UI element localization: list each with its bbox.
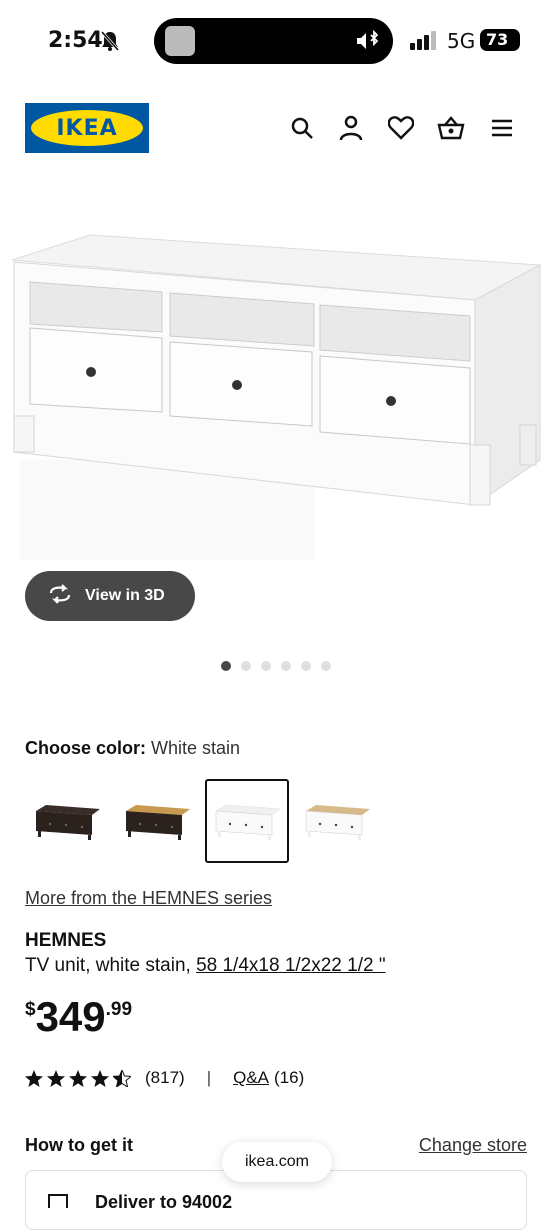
silent-bell-icon [100,30,120,57]
review-count[interactable]: (817) [145,1068,185,1088]
gallery-dot[interactable] [241,661,251,671]
price-integer: 349 [35,993,106,1040]
color-option-black-brown[interactable] [25,779,109,863]
gallery-pagination [221,661,331,671]
gallery-dot[interactable] [221,661,231,671]
delivery-label: Deliver to 94002 [95,1192,233,1212]
star-icon [91,1069,109,1087]
color-option-black-brown-light-brown[interactable] [115,779,199,863]
dynamic-island[interactable] [154,18,393,64]
color-option-white-stain[interactable] [205,779,289,863]
cellular-signal-icon [410,30,438,55]
product-type: TV unit, white stain, [25,955,191,976]
product-description: TV unit, white stain, 58 1/4x18 1/2x22 1… [25,955,386,977]
color-label: Choose color: White stain [25,738,240,759]
rating-separator: | [206,1068,212,1087]
price-currency: $ [25,999,36,1020]
rating-row: (817) | Q&A (16) [25,1068,304,1088]
product-price: $349.99 [25,993,132,1041]
status-time: 2:54 [48,28,103,53]
change-store-link[interactable]: Change store [419,1135,527,1156]
star-icon [47,1069,65,1087]
gallery-dot[interactable] [261,661,271,671]
product-name: HEMNES [25,930,107,951]
logo-text: IKEA [56,115,118,141]
view-in-3d-button[interactable]: View in 3D [25,571,195,621]
selected-color: White stain [151,738,241,758]
status-bar: 2:54 5G 73 [0,0,552,80]
price-decimal: .99 [105,999,133,1020]
search-icon[interactable] [288,114,316,142]
view-in-3d-label: View in 3D [85,587,165,604]
qa-count: (16) [274,1068,305,1087]
color-swatches [25,779,379,863]
product-image[interactable] [0,220,552,570]
menu-icon[interactable] [488,114,516,142]
color-label-title: Choose color: [25,738,147,758]
star-icon [25,1069,43,1087]
account-icon[interactable] [337,114,365,142]
half-star-icon [113,1069,131,1087]
delivery-truck-icon [48,1194,68,1208]
bluetooth-audio-icon [355,29,381,57]
series-link[interactable]: More from the HEMNES series [25,888,272,909]
gallery-dot[interactable] [281,661,291,671]
star-icon [69,1069,87,1087]
how-to-get-it-title: How to get it [25,1135,133,1155]
gallery-dot[interactable] [301,661,311,671]
browser-url-pill[interactable]: ikea.com [222,1142,332,1182]
rotate-3d-icon [47,583,73,609]
gallery-dot[interactable] [321,661,331,671]
product-dimensions-link[interactable]: 58 1/4x18 1/2x22 1/2 " [196,955,386,976]
qa-link[interactable]: Q&A [233,1068,269,1088]
color-option-white-stain-light-brown[interactable] [295,779,379,863]
now-playing-artwork-icon [165,26,195,56]
star-rating[interactable] [25,1069,131,1087]
browser-url: ikea.com [244,1153,310,1170]
network-type: 5G [447,29,476,53]
cart-icon[interactable] [437,114,465,142]
battery-level: 73 [480,29,520,51]
wishlist-icon[interactable] [387,114,415,142]
ikea-logo[interactable]: IKEA [25,103,149,153]
